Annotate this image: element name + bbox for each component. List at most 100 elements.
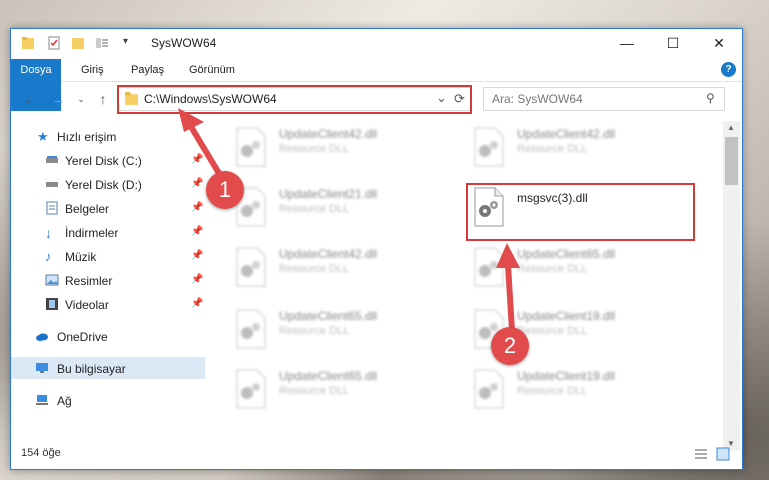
file-highlight bbox=[466, 183, 695, 241]
tiles-view-icon[interactable] bbox=[716, 447, 730, 461]
dropdown-arrow-icon[interactable]: ▾ bbox=[123, 36, 137, 50]
properties-icon[interactable] bbox=[47, 36, 61, 50]
file-item[interactable]: UpdateClient42.dll Resource DLL bbox=[235, 243, 455, 295]
pictures-icon bbox=[45, 274, 59, 286]
address-bar-highlight bbox=[117, 85, 472, 114]
navigation-pane: ★ Hızlı erişim Yerel Disk (C:) 📌 Yerel D… bbox=[11, 121, 205, 441]
file-type: Resource DLL bbox=[517, 263, 588, 275]
minimize-button[interactable]: — bbox=[604, 29, 650, 57]
pin-icon[interactable]: 📌 bbox=[191, 178, 203, 189]
sidebar-item-disk-c[interactable]: Yerel Disk (C:) 📌 bbox=[11, 149, 205, 171]
sidebar-item-label: OneDrive bbox=[57, 330, 108, 344]
sidebar-item-label: Yerel Disk (D:) bbox=[65, 178, 142, 192]
tab-view[interactable]: Görünüm bbox=[189, 59, 235, 81]
search-icon: ⚲ bbox=[706, 91, 715, 105]
file-item[interactable]: UpdateClient19.dll Resource DLL bbox=[473, 365, 693, 417]
star-icon: ★ bbox=[37, 129, 49, 144]
file-type: Resource DLL bbox=[517, 325, 588, 337]
file-item[interactable]: UpdateClient65.dll Resource DLL bbox=[235, 365, 455, 417]
details-view-icon[interactable] bbox=[694, 447, 708, 461]
sidebar-item-downloads[interactable]: ↓ İndirmeler 📌 bbox=[11, 221, 205, 243]
file-type: Resource DLL bbox=[279, 325, 350, 337]
file-name: UpdateClient42.dll bbox=[279, 247, 378, 261]
dll-file-icon bbox=[236, 247, 266, 287]
tab-home[interactable]: Giriş bbox=[81, 59, 104, 81]
file-name: UpdateClient65.dll bbox=[279, 309, 378, 323]
file-item[interactable]: UpdateClient65.dll Resource DLL bbox=[235, 305, 455, 357]
sidebar-item-label: Yerel Disk (C:) bbox=[65, 154, 142, 168]
new-folder-icon[interactable] bbox=[71, 36, 85, 50]
search-placeholder: Ara: SysWOW64 bbox=[492, 92, 583, 106]
file-name: UpdateClient65.dll bbox=[517, 247, 616, 261]
file-item[interactable]: UpdateClient65.dll Resource DLL bbox=[473, 243, 693, 295]
title-bar: ▾ SysWOW64 — ☐ ✕ bbox=[11, 29, 742, 57]
file-item[interactable]: UpdateClient42.dll Resource DLL bbox=[473, 123, 693, 175]
pin-icon[interactable]: 📌 bbox=[191, 274, 203, 285]
folder-icon bbox=[22, 37, 34, 49]
documents-icon bbox=[46, 201, 58, 215]
sidebar-item-music[interactable]: ♪ Müzik 📌 bbox=[11, 245, 205, 267]
sidebar-item-network[interactable]: Ağ bbox=[11, 389, 205, 411]
drive-icon bbox=[46, 182, 58, 187]
status-bar: 154 öğe bbox=[11, 442, 742, 466]
file-name: UpdateClient42.dll bbox=[517, 127, 616, 141]
file-item[interactable]: UpdateClient42.dll Resource DLL bbox=[235, 123, 455, 175]
dll-file-icon bbox=[474, 369, 504, 409]
pin-icon[interactable]: 📌 bbox=[191, 226, 203, 237]
vertical-scrollbar[interactable]: ▲ ▼ bbox=[723, 121, 740, 451]
dll-file-icon bbox=[474, 127, 504, 167]
file-type: Resource DLL bbox=[279, 263, 350, 275]
file-name: UpdateClient42.dll bbox=[279, 127, 378, 141]
file-name: UpdateClient21.dll bbox=[279, 187, 378, 201]
pin-icon[interactable]: 📌 bbox=[191, 202, 203, 213]
close-button[interactable]: ✕ bbox=[696, 29, 742, 57]
recent-locations-icon[interactable]: ⌄ bbox=[73, 91, 89, 107]
video-icon bbox=[46, 298, 58, 310]
dll-file-icon bbox=[236, 309, 266, 349]
sidebar-item-quick-access[interactable]: ★ Hızlı erişim bbox=[11, 125, 205, 147]
pin-icon[interactable]: 📌 bbox=[191, 154, 203, 165]
tab-share[interactable]: Paylaş bbox=[131, 59, 164, 81]
file-type: Resource DLL bbox=[279, 203, 350, 215]
sidebar-item-pictures[interactable]: Resimler 📌 bbox=[11, 269, 205, 291]
dll-file-icon bbox=[474, 247, 504, 287]
maximize-button[interactable]: ☐ bbox=[650, 29, 696, 57]
sidebar-item-label: Ağ bbox=[57, 394, 72, 408]
file-type: Resource DLL bbox=[279, 385, 350, 397]
sidebar-item-onedrive[interactable]: OneDrive bbox=[11, 325, 205, 347]
ribbon-tabs: Dosya Giriş Paylaş Görünüm ? bbox=[11, 59, 742, 111]
back-arrow-icon[interactable]: ← bbox=[23, 91, 39, 107]
computer-icon bbox=[36, 363, 48, 373]
sidebar-item-label: Bu bilgisayar bbox=[57, 362, 126, 376]
step-badge-2: 2 bbox=[491, 327, 529, 365]
customize-toolbar-icon[interactable] bbox=[95, 36, 109, 50]
file-list: UpdateClient42.dll Resource DLL UpdateCl… bbox=[211, 121, 721, 451]
file-name: UpdateClient19.dll bbox=[517, 369, 616, 383]
pin-icon[interactable]: 📌 bbox=[191, 298, 203, 309]
network-icon bbox=[36, 395, 48, 405]
sidebar-item-videos[interactable]: Videolar 📌 bbox=[11, 293, 205, 315]
sidebar-item-label: Resimler bbox=[65, 274, 113, 288]
sidebar-item-disk-d[interactable]: Yerel Disk (D:) 📌 bbox=[11, 173, 205, 195]
file-type: Resource DLL bbox=[279, 143, 350, 155]
dll-file-icon bbox=[236, 369, 266, 409]
sidebar-item-this-pc[interactable]: Bu bilgisayar bbox=[11, 357, 205, 379]
file-name: UpdateClient19.dll bbox=[517, 309, 616, 323]
item-count: 154 öğe bbox=[21, 447, 61, 459]
window-title: SysWOW64 bbox=[151, 36, 217, 50]
file-type: Resource DLL bbox=[517, 385, 588, 397]
help-icon[interactable]: ? bbox=[721, 62, 736, 77]
up-arrow-icon[interactable]: ↑ bbox=[95, 91, 111, 107]
step-badge-1: 1 bbox=[206, 171, 244, 209]
forward-arrow-icon[interactable]: → bbox=[51, 91, 67, 107]
sidebar-item-documents[interactable]: Belgeler 📌 bbox=[11, 197, 205, 219]
scrollbar-thumb[interactable] bbox=[725, 137, 738, 185]
scroll-up-icon[interactable]: ▲ bbox=[727, 123, 735, 132]
file-item[interactable]: UpdateClient21.dll Resource DLL bbox=[235, 183, 455, 235]
search-input[interactable]: Ara: SysWOW64 ⚲ bbox=[483, 87, 725, 111]
file-type: Resource DLL bbox=[517, 143, 588, 155]
download-icon: ↓ bbox=[45, 225, 52, 241]
sidebar-item-label: Videolar bbox=[65, 298, 109, 312]
sidebar-item-label: Müzik bbox=[65, 250, 97, 264]
pin-icon[interactable]: 📌 bbox=[191, 250, 203, 261]
